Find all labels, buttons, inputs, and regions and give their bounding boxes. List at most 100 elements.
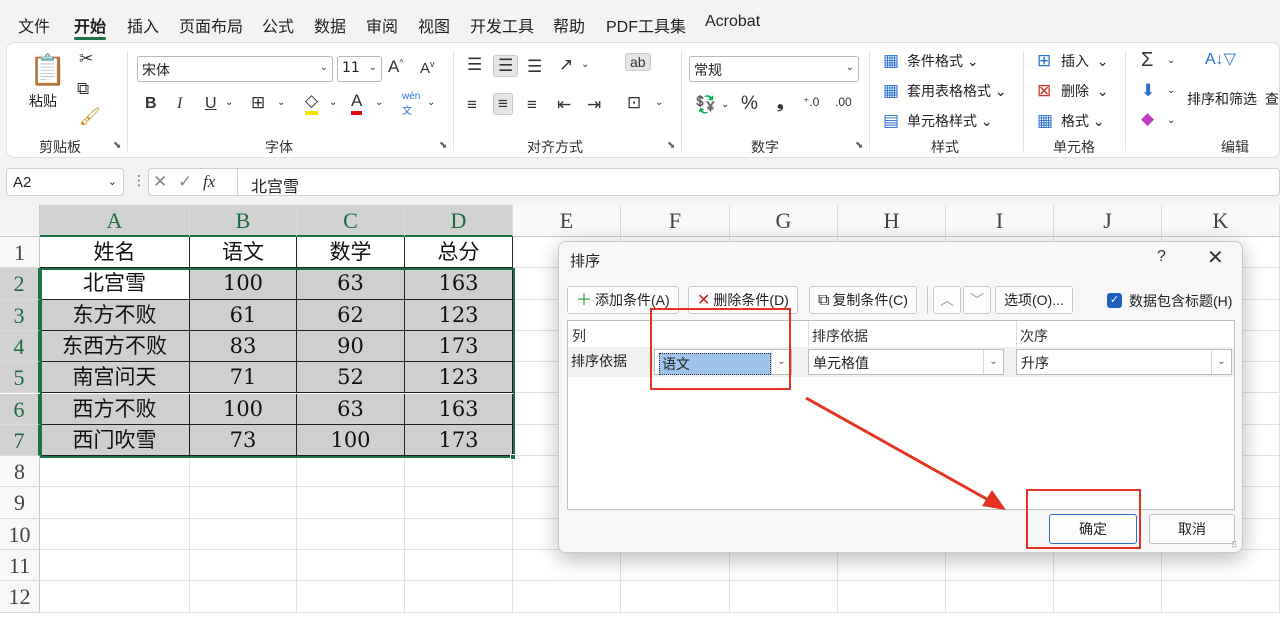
- cell-b2[interactable]: 100: [190, 268, 297, 300]
- add-level-button[interactable]: ＋添加条件(A): [567, 286, 679, 314]
- tab-file[interactable]: 文件: [18, 13, 50, 37]
- cell-d9[interactable]: [405, 487, 513, 519]
- chevron-down-icon[interactable]: ⌄: [225, 97, 233, 108]
- close-icon[interactable]: ✕: [1207, 245, 1224, 270]
- has-headers-label[interactable]: 数据包含标题(H): [1129, 291, 1232, 311]
- tab-data[interactable]: 数据: [314, 13, 346, 37]
- font-name-combo[interactable]: 宋体 ⌄: [137, 56, 333, 82]
- column-header-h[interactable]: H: [838, 205, 946, 237]
- row-header-6[interactable]: 6: [0, 393, 40, 425]
- enter-icon[interactable]: ✓: [178, 172, 192, 191]
- cell-b4[interactable]: 83: [190, 330, 297, 363]
- clipboard-launcher-icon[interactable]: ⬊: [113, 140, 121, 151]
- column-header-k[interactable]: K: [1162, 205, 1280, 237]
- cell-b7[interactable]: 73: [190, 424, 297, 457]
- cell-a4[interactable]: 东西方不败: [40, 330, 190, 363]
- cell-e11[interactable]: [513, 550, 621, 582]
- cell-k11[interactable]: [1162, 550, 1280, 582]
- chevron-down-icon[interactable]: ⌄: [329, 97, 337, 108]
- autosum-icon[interactable]: Σ: [1141, 49, 1153, 72]
- alignment-launcher-icon[interactable]: ⬊: [667, 140, 675, 151]
- orientation-icon[interactable]: ↗: [559, 55, 573, 75]
- cell-c12[interactable]: [297, 581, 405, 613]
- fill-color-icon[interactable]: ◇: [305, 91, 319, 115]
- insert-cells-icon[interactable]: ⊞: [1037, 51, 1051, 71]
- options-button[interactable]: 选项(O)...: [995, 286, 1073, 314]
- align-bottom-icon[interactable]: ☰: [527, 57, 542, 77]
- tab-review[interactable]: 审阅: [366, 13, 398, 37]
- chevron-down-icon[interactable]: ⌄: [375, 97, 383, 108]
- cell-c2[interactable]: 63: [297, 268, 405, 300]
- cell-j11[interactable]: [1054, 550, 1162, 582]
- cell-d10[interactable]: [405, 518, 513, 550]
- cell-a11[interactable]: [40, 550, 190, 582]
- chevron-down-icon[interactable]: ⌄: [655, 97, 663, 108]
- more-options-icon[interactable]: ⋮: [132, 172, 146, 189]
- cell-b11[interactable]: [190, 550, 297, 582]
- insert-function-icon[interactable]: fx: [203, 172, 215, 191]
- cell-h12[interactable]: [838, 581, 946, 613]
- format-as-table-button[interactable]: 套用表格格式 ⌄: [907, 81, 1007, 101]
- chevron-down-icon[interactable]: ⌄: [1167, 85, 1175, 96]
- grow-font-icon[interactable]: A^: [388, 57, 404, 77]
- cell-b12[interactable]: [190, 581, 297, 613]
- cell-h11[interactable]: [838, 550, 946, 582]
- select-all-corner[interactable]: [0, 205, 40, 237]
- cell-d5[interactable]: 123: [405, 362, 513, 394]
- copy-level-button[interactable]: ⧉ 复制条件(C): [809, 286, 917, 314]
- accounting-format-icon[interactable]: 💱: [695, 95, 716, 115]
- cell-a3[interactable]: 东方不败: [40, 299, 190, 331]
- underline-icon[interactable]: U: [205, 95, 217, 113]
- tab-insert[interactable]: 插入: [127, 13, 159, 37]
- chevron-down-icon[interactable]: ⌄: [1167, 55, 1175, 66]
- format-cells-button[interactable]: 格式 ⌄: [1061, 111, 1105, 131]
- chevron-down-icon[interactable]: ⌄: [581, 59, 589, 70]
- row-header-3[interactable]: 3: [0, 299, 40, 331]
- align-right-icon[interactable]: ≡: [527, 95, 537, 115]
- cell-c3[interactable]: 62: [297, 299, 405, 331]
- row-header-1[interactable]: 1: [0, 237, 40, 269]
- cell-c4[interactable]: 90: [297, 330, 405, 363]
- fill-icon[interactable]: ⬇: [1141, 81, 1155, 101]
- cell-a1[interactable]: 姓名: [40, 237, 190, 269]
- move-up-button[interactable]: ︿: [933, 286, 961, 314]
- move-down-button[interactable]: ﹀: [963, 286, 991, 314]
- column-header-e[interactable]: E: [513, 205, 621, 237]
- cell-a7[interactable]: 西门吹雪: [40, 424, 190, 457]
- cell-a2[interactable]: 北宫雪: [40, 268, 190, 300]
- column-header-a[interactable]: A: [40, 205, 190, 237]
- conditional-format-button[interactable]: 条件格式 ⌄: [907, 51, 979, 71]
- merge-center-icon[interactable]: ⊡: [627, 93, 641, 113]
- cell-f11[interactable]: [621, 550, 730, 582]
- column-header-c[interactable]: C: [297, 205, 405, 237]
- sort-filter-icon[interactable]: A↓▽: [1205, 49, 1236, 69]
- help-icon[interactable]: ?: [1157, 248, 1166, 266]
- cell-e12[interactable]: [513, 581, 621, 613]
- cell-d3[interactable]: 123: [405, 299, 513, 331]
- chevron-down-icon[interactable]: ⌄: [427, 97, 435, 108]
- column-header-i[interactable]: I: [946, 205, 1054, 237]
- cell-a5[interactable]: 南宫问天: [40, 362, 190, 394]
- decrease-indent-icon[interactable]: ⇤: [557, 95, 571, 115]
- cell-g12[interactable]: [730, 581, 838, 613]
- font-launcher-icon[interactable]: ⬊: [439, 140, 447, 151]
- insert-cells-button[interactable]: 插入 ⌄: [1061, 51, 1109, 71]
- cell-d11[interactable]: [405, 550, 513, 582]
- find-select-button[interactable]: 查: [1265, 89, 1279, 109]
- cancel-icon[interactable]: ✕: [153, 172, 167, 191]
- tab-page-layout[interactable]: 页面布局: [179, 13, 243, 37]
- clear-icon[interactable]: ◆: [1141, 109, 1154, 129]
- sort-column-select[interactable]: 语文 ⌄: [654, 349, 792, 375]
- wrap-text-icon[interactable]: ab: [625, 53, 651, 71]
- format-painter-icon[interactable]: 🖌: [79, 107, 101, 127]
- shrink-font-icon[interactable]: Av: [420, 59, 435, 77]
- paste-icon[interactable]: 📋: [29, 53, 66, 88]
- row-header-12[interactable]: 12: [0, 581, 40, 613]
- cell-k12[interactable]: [1162, 581, 1280, 613]
- phonetic-icon[interactable]: wén 文: [402, 91, 420, 117]
- cell-c5[interactable]: 52: [297, 362, 405, 394]
- increase-indent-icon[interactable]: ⇥: [587, 95, 601, 115]
- increase-decimal-icon[interactable]: ⁺.0: [803, 95, 819, 109]
- percent-icon[interactable]: %: [741, 93, 758, 115]
- cell-b8[interactable]: [190, 456, 297, 488]
